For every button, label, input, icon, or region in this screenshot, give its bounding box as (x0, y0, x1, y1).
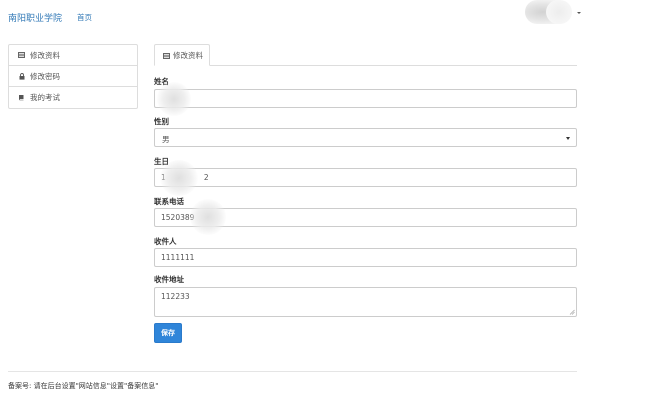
list-icon (163, 52, 170, 59)
recipient-label: 收件人 (154, 237, 177, 246)
sidebar-item-label: 修改密码 (30, 71, 60, 81)
gender-label: 性别 (154, 117, 169, 126)
resize-handle-icon[interactable] (569, 309, 575, 315)
top-navbar: 南阳职业学院 首页 (0, 0, 650, 34)
footer-icp-text: 备案号: 请在后台设置"网站信息"设置"备案信息" (8, 382, 159, 390)
caret-down-icon (577, 12, 581, 14)
footer-divider (8, 371, 577, 372)
list-icon (18, 52, 25, 59)
tab-edit-profile[interactable]: 修改资料 (154, 44, 210, 66)
birthday-input[interactable] (154, 168, 577, 187)
user-menu-dropdown[interactable] (520, 0, 586, 24)
lock-icon (18, 72, 25, 80)
tab-bar: 修改资料 (154, 44, 577, 66)
address-label: 收件地址 (154, 275, 184, 284)
name-input[interactable] (154, 89, 577, 108)
select-arrow-icon (566, 137, 570, 140)
name-label: 姓名 (154, 77, 169, 86)
book-icon (18, 94, 25, 101)
gender-select[interactable]: 男 (154, 128, 577, 147)
phone-input[interactable] (154, 208, 577, 227)
phone-label: 联系电话 (154, 197, 184, 206)
save-button[interactable]: 保存 (154, 323, 182, 343)
brand-link[interactable]: 南阳职业学院 (8, 11, 62, 24)
username-blurred (546, 0, 572, 24)
sidebar-item-label: 修改资料 (30, 50, 60, 60)
sidebar-item-label: 我的考试 (30, 93, 60, 102)
gender-selected-value: 男 (162, 135, 170, 144)
sidebar-item-edit-profile[interactable]: 修改资料 (9, 45, 137, 66)
sidebar-item-my-exams[interactable]: 我的考试 (9, 87, 137, 108)
recipient-input[interactable] (154, 248, 577, 267)
address-textarea[interactable]: 112233 (154, 287, 577, 317)
tab-label: 修改资料 (173, 50, 203, 60)
nav-home-link[interactable]: 首页 (77, 12, 92, 23)
sidebar-menu: 修改资料 修改密码 我的考试 (8, 44, 138, 109)
birthday-label: 生日 (154, 157, 169, 166)
sidebar-item-change-password[interactable]: 修改密码 (9, 66, 137, 87)
